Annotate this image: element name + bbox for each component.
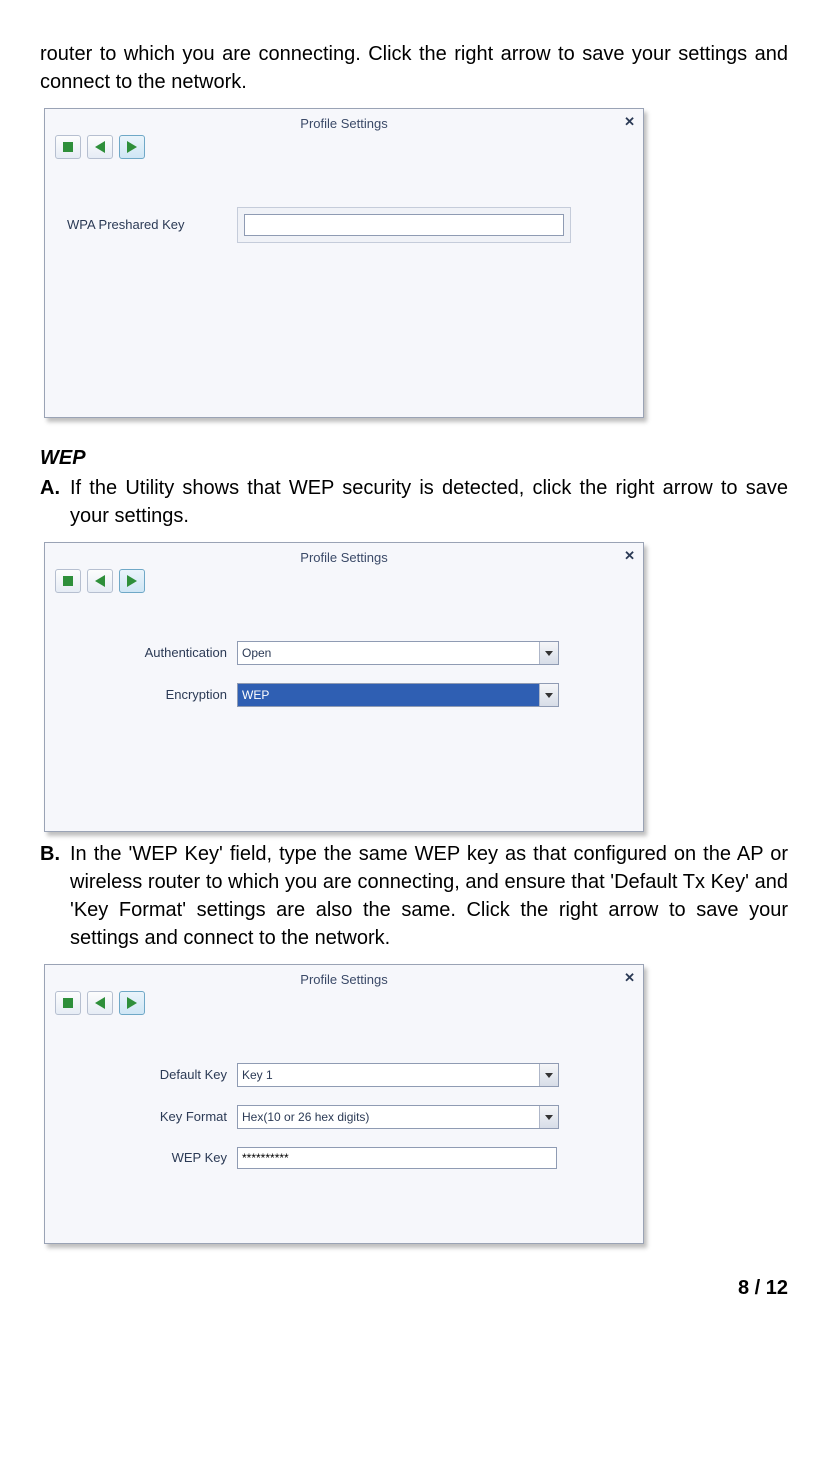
dialog-title: Profile Settings [45, 965, 643, 993]
forward-button[interactable] [119, 135, 145, 159]
arrow-left-icon [95, 575, 105, 587]
input-frame [237, 207, 571, 243]
back-button[interactable] [87, 569, 113, 593]
dialog-title: Profile Settings [45, 543, 643, 571]
default-key-combo[interactable]: Key 1 [237, 1063, 559, 1087]
step-b-marker: B. [40, 840, 64, 952]
default-key-label: Default Key [67, 1066, 237, 1084]
dropdown-button[interactable] [539, 642, 558, 664]
wpa-key-input[interactable] [244, 214, 564, 236]
chevron-down-icon [545, 651, 553, 656]
intro-text: router to which you are connecting. Clic… [40, 40, 788, 96]
auth-combo[interactable]: Open [237, 641, 559, 665]
chevron-down-icon [545, 1073, 553, 1078]
stop-icon [63, 576, 73, 586]
dialog-auth: Profile Settings ✕ Authentication Open E… [44, 542, 644, 832]
back-button[interactable] [87, 991, 113, 1015]
close-icon[interactable]: ✕ [624, 969, 635, 987]
auth-label: Authentication [67, 644, 237, 662]
key-format-label: Key Format [67, 1108, 237, 1126]
arrow-left-icon [95, 141, 105, 153]
dropdown-button[interactable] [539, 1106, 558, 1128]
wpa-key-label: WPA Preshared Key [67, 216, 237, 234]
dialog-title: Profile Settings [45, 109, 643, 137]
stop-button[interactable] [55, 569, 81, 593]
dialog-wpa: Profile Settings ✕ WPA Preshared Key [44, 108, 644, 418]
arrow-right-icon [127, 575, 137, 587]
wep-heading: WEP [40, 444, 788, 472]
encryption-label: Encryption [67, 686, 237, 704]
chevron-down-icon [545, 693, 553, 698]
step-a-text: If the Utility shows that WEP security i… [70, 474, 788, 530]
key-format-value: Hex(10 or 26 hex digits) [238, 1106, 539, 1128]
stop-icon [63, 142, 73, 152]
page-number: 8 / 12 [40, 1274, 788, 1302]
arrow-right-icon [127, 997, 137, 1009]
step-a-marker: A. [40, 474, 64, 530]
dropdown-button[interactable] [539, 684, 558, 706]
arrow-right-icon [127, 141, 137, 153]
stop-button[interactable] [55, 991, 81, 1015]
close-icon[interactable]: ✕ [624, 547, 635, 565]
forward-button[interactable] [119, 569, 145, 593]
forward-button[interactable] [119, 991, 145, 1015]
chevron-down-icon [545, 1115, 553, 1120]
encryption-combo[interactable]: WEP [237, 683, 559, 707]
step-b-text: In the 'WEP Key' field, type the same WE… [70, 840, 788, 952]
auth-value: Open [238, 642, 539, 664]
dialog-wepkey: Profile Settings ✕ Default Key Key 1 Key… [44, 964, 644, 1244]
wep-key-input[interactable] [237, 1147, 557, 1169]
dropdown-button[interactable] [539, 1064, 558, 1086]
stop-icon [63, 998, 73, 1008]
encryption-value: WEP [238, 684, 539, 706]
back-button[interactable] [87, 135, 113, 159]
default-key-value: Key 1 [238, 1064, 539, 1086]
key-format-combo[interactable]: Hex(10 or 26 hex digits) [237, 1105, 559, 1129]
arrow-left-icon [95, 997, 105, 1009]
close-icon[interactable]: ✕ [624, 113, 635, 131]
stop-button[interactable] [55, 135, 81, 159]
wep-key-label: WEP Key [67, 1149, 237, 1167]
